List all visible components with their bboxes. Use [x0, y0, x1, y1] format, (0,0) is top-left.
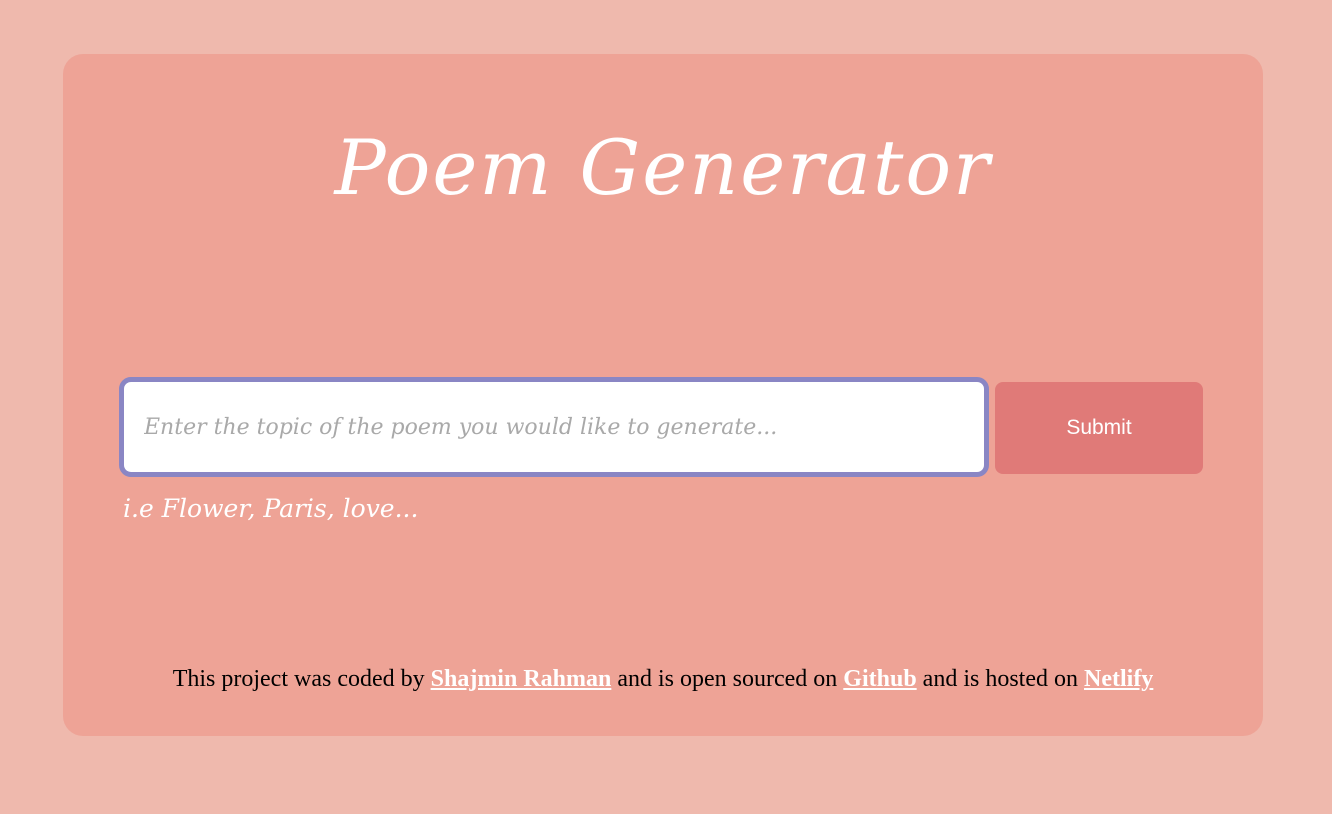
- submit-button[interactable]: Submit: [995, 382, 1203, 474]
- hint-text: i.e Flower, Paris, love...: [123, 494, 419, 523]
- github-link[interactable]: Github: [843, 666, 916, 692]
- footer: This project was coded by Shajmin Rahman…: [63, 666, 1263, 693]
- footer-text-1: This project was coded by: [172, 666, 431, 692]
- main-card: Poem Generator Submit i.e Flower, Paris,…: [63, 54, 1263, 736]
- footer-text-3: and is hosted on: [916, 666, 1084, 692]
- topic-input[interactable]: [119, 377, 989, 477]
- footer-text-2: and is open sourced on: [611, 666, 844, 692]
- author-link[interactable]: Shajmin Rahman: [431, 666, 612, 692]
- netlify-link[interactable]: Netlify: [1084, 666, 1153, 692]
- page-title: Poem Generator: [334, 123, 992, 212]
